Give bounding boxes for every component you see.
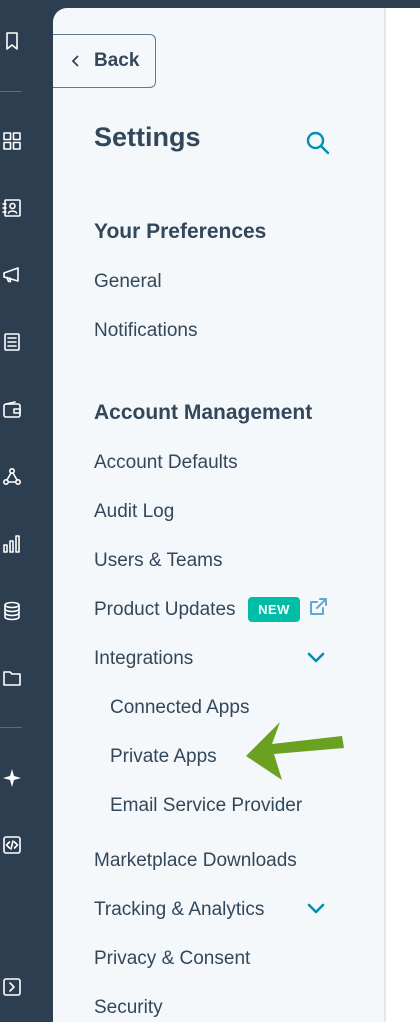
- nav-item-integrations[interactable]: Integrations: [94, 648, 193, 670]
- megaphone-icon[interactable]: [0, 263, 24, 287]
- nav-item-marketplace-downloads[interactable]: Marketplace Downloads: [94, 850, 297, 872]
- document-icon[interactable]: [0, 330, 24, 354]
- sparkle-icon[interactable]: [0, 766, 24, 790]
- nav-item-account-defaults[interactable]: Account Defaults: [94, 452, 238, 474]
- grid-icon[interactable]: [0, 129, 24, 153]
- nav-subitem-private-apps[interactable]: Private Apps: [110, 746, 217, 768]
- nav-item-tracking-analytics[interactable]: Tracking & Analytics: [94, 899, 264, 921]
- contacts-icon[interactable]: [0, 196, 24, 220]
- bookmark-icon[interactable]: [0, 29, 24, 53]
- chevron-left-icon: [71, 55, 79, 67]
- search-icon[interactable]: [305, 130, 333, 158]
- nav-item-product-updates[interactable]: Product Updates: [94, 599, 236, 621]
- chevron-down-icon[interactable]: [306, 902, 328, 918]
- nav-item-notifications[interactable]: Notifications: [94, 320, 198, 342]
- chevron-down-icon[interactable]: [306, 651, 328, 667]
- left-nav-rail: [0, 0, 53, 1022]
- nav-item-privacy-consent[interactable]: Privacy & Consent: [94, 948, 250, 970]
- nav-item-audit-log[interactable]: Audit Log: [94, 501, 174, 523]
- nav-subitem-email-service-provider[interactable]: Email Service Provider: [110, 795, 302, 817]
- code-icon[interactable]: [0, 833, 24, 857]
- rail-divider: [0, 91, 22, 92]
- nav-subitem-connected-apps[interactable]: Connected Apps: [110, 697, 249, 719]
- nav-item-general[interactable]: General: [94, 271, 162, 293]
- back-button-label: Back: [94, 50, 140, 71]
- section-your-preferences: Your Preferences: [94, 220, 267, 243]
- bar-chart-icon[interactable]: [0, 532, 24, 556]
- nav-item-security[interactable]: Security: [94, 997, 163, 1019]
- nav-item-users-teams[interactable]: Users & Teams: [94, 550, 222, 572]
- expand-icon[interactable]: [0, 975, 24, 999]
- back-button[interactable]: Back: [53, 34, 156, 88]
- main-content-area: [386, 8, 420, 1022]
- rail-divider: [0, 727, 22, 728]
- section-account-management: Account Management: [94, 401, 313, 424]
- page-title: Settings: [94, 122, 201, 152]
- external-link-icon[interactable]: [309, 598, 328, 617]
- new-badge: NEW: [248, 597, 300, 622]
- folder-icon[interactable]: [0, 666, 24, 690]
- network-icon[interactable]: [0, 465, 24, 489]
- database-icon[interactable]: [0, 599, 24, 623]
- wallet-icon[interactable]: [0, 398, 24, 422]
- annotation-arrow-icon: [246, 722, 344, 780]
